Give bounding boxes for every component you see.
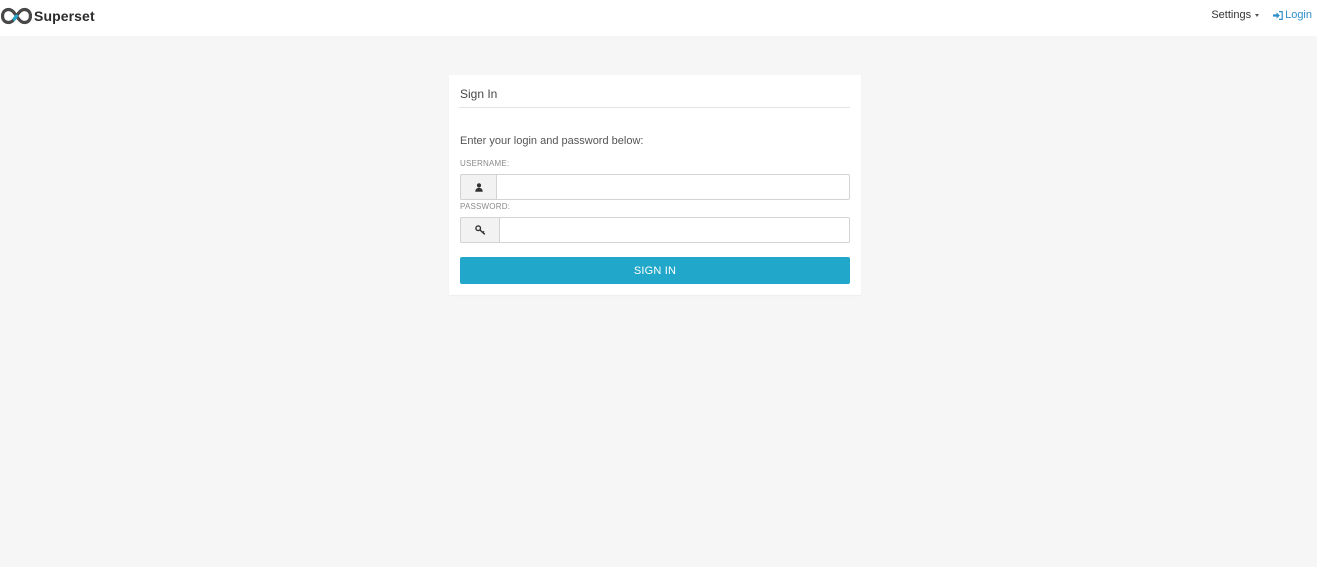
panel-divider [459,107,850,108]
sign-in-icon [1273,10,1283,20]
password-label: PASSWORD: [460,202,511,211]
user-icon [474,182,483,192]
password-input-group [460,217,850,243]
superset-logo-icon [1,7,32,25]
login-label: Login [1285,9,1312,21]
settings-menu[interactable]: Settings [1211,9,1260,21]
settings-label: Settings [1211,9,1252,21]
password-addon [460,217,499,243]
username-input[interactable] [496,174,850,200]
brand-link[interactable]: Superset [1,6,95,26]
password-input[interactable] [499,217,850,243]
login-instructions: Enter your login and password below: [460,135,644,147]
sign-in-panel: Sign In Enter your login and password be… [449,75,861,295]
username-input-group [460,174,850,200]
username-addon [460,174,496,200]
username-label: USERNAME: [460,159,510,168]
brand-name: Superset [34,8,95,24]
sign-in-button[interactable]: SIGN IN [460,257,850,284]
panel-title: Sign In [460,87,498,101]
top-navbar: Superset Settings Login [0,0,1317,36]
caret-down-icon [1255,14,1260,17]
key-icon [474,225,485,235]
login-link[interactable]: Login [1273,9,1312,21]
navbar-right-menu: Settings Login [1211,9,1312,21]
